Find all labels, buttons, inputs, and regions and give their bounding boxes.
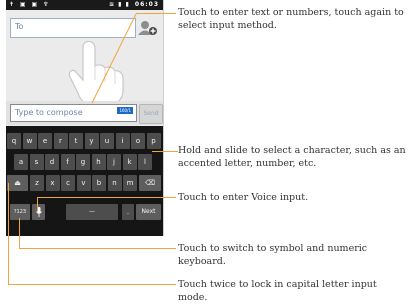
key-n[interactable]: n xyxy=(107,175,122,191)
status-bar: ✝ ▣ ▣ ♆ ≋ ▮ ▮ 06:03 xyxy=(6,0,163,10)
callout-line-input-diagonal xyxy=(91,13,137,104)
key-v[interactable]: v xyxy=(76,175,91,191)
key-z[interactable]: z xyxy=(30,175,44,191)
key-o[interactable]: o xyxy=(131,133,145,149)
character-counter: 160/1 xyxy=(117,107,133,114)
backspace-icon: ⌫ xyxy=(145,179,155,187)
shift-key[interactable]: ⏏ xyxy=(7,175,28,191)
callout-voice-input: Touch to enter Voice input. xyxy=(178,192,309,203)
key-b[interactable]: b xyxy=(92,175,106,191)
key-w[interactable]: w xyxy=(22,133,37,149)
key-t[interactable]: t xyxy=(69,133,83,149)
key-x[interactable]: x xyxy=(45,175,60,191)
key-q[interactable]: q xyxy=(7,133,21,149)
key-y[interactable]: y xyxy=(84,133,99,149)
key-l[interactable]: l xyxy=(138,154,152,170)
callout-line-voice-vertical xyxy=(37,197,38,211)
period-key[interactable]: . xyxy=(122,204,134,220)
key-e[interactable]: e xyxy=(38,133,52,149)
space-key[interactable]: — xyxy=(66,204,118,220)
recipient-placeholder: To xyxy=(15,22,24,31)
symbol-key[interactable]: ?123 xyxy=(10,204,30,220)
notification-icons: ✝ ▣ ▣ ♆ xyxy=(9,1,51,8)
signal-icon: ▮ xyxy=(118,1,123,8)
callout-line-hold-slide xyxy=(152,151,178,152)
status-icons: ≋ ▮ ▮ 06:03 xyxy=(109,1,159,8)
key-k[interactable]: k xyxy=(122,154,137,170)
key-h[interactable]: h xyxy=(91,154,106,170)
battery-icon: ▮ xyxy=(125,1,130,8)
key-a[interactable]: a xyxy=(14,154,28,170)
key-j[interactable]: j xyxy=(107,154,121,170)
callout-symbol-keyboard: Touch to switch to symbol and numeric ke… xyxy=(178,243,368,267)
callout-line-caps-vertical xyxy=(8,183,9,284)
next-key[interactable]: Next xyxy=(136,204,161,220)
add-contact-icon[interactable] xyxy=(138,20,158,36)
key-c[interactable]: c xyxy=(61,175,75,191)
backspace-key[interactable]: ⌫ xyxy=(139,175,161,191)
wifi-icon: ≋ xyxy=(108,1,115,8)
compose-row: Type to compose 160/1 Send xyxy=(6,101,163,125)
voice-input-key[interactable] xyxy=(32,204,45,220)
callout-line-caps-horizontal xyxy=(8,284,176,285)
compose-placeholder: Type to compose xyxy=(15,108,83,117)
key-r[interactable]: r xyxy=(53,133,68,149)
key-d[interactable]: d xyxy=(45,154,59,170)
key-f[interactable]: f xyxy=(60,154,75,170)
status-time: 06:03 xyxy=(134,1,159,8)
soft-keyboard: q w e r t y u i o p a s d f g h j k l ⏏ … xyxy=(6,126,163,236)
key-i[interactable]: i xyxy=(115,133,130,149)
key-u[interactable]: u xyxy=(100,133,114,149)
key-p[interactable]: p xyxy=(146,133,161,149)
key-g[interactable]: g xyxy=(76,154,90,170)
compose-field[interactable]: Type to compose 160/1 xyxy=(10,104,137,122)
shift-icon: ⏏ xyxy=(14,179,21,187)
callout-line-voice-horizontal xyxy=(37,197,176,198)
callout-caps-lock: Touch twice to lock in capital letter in… xyxy=(178,279,377,303)
callout-line-input-horizontal xyxy=(136,13,176,14)
callout-input-method: Touch to enter text or numbers, touch ag… xyxy=(178,7,404,31)
callout-line-symbol-horizontal xyxy=(19,248,176,249)
send-button[interactable]: Send xyxy=(139,104,163,124)
callout-line-symbol-vertical xyxy=(19,218,20,248)
phone-screen: ✝ ▣ ▣ ♆ ≋ ▮ ▮ 06:03 To Type to compose 1… xyxy=(6,0,164,236)
key-m[interactable]: m xyxy=(123,175,137,191)
key-s[interactable]: s xyxy=(29,154,44,170)
callout-hold-slide: Hold and slide to select a character, su… xyxy=(178,145,406,169)
